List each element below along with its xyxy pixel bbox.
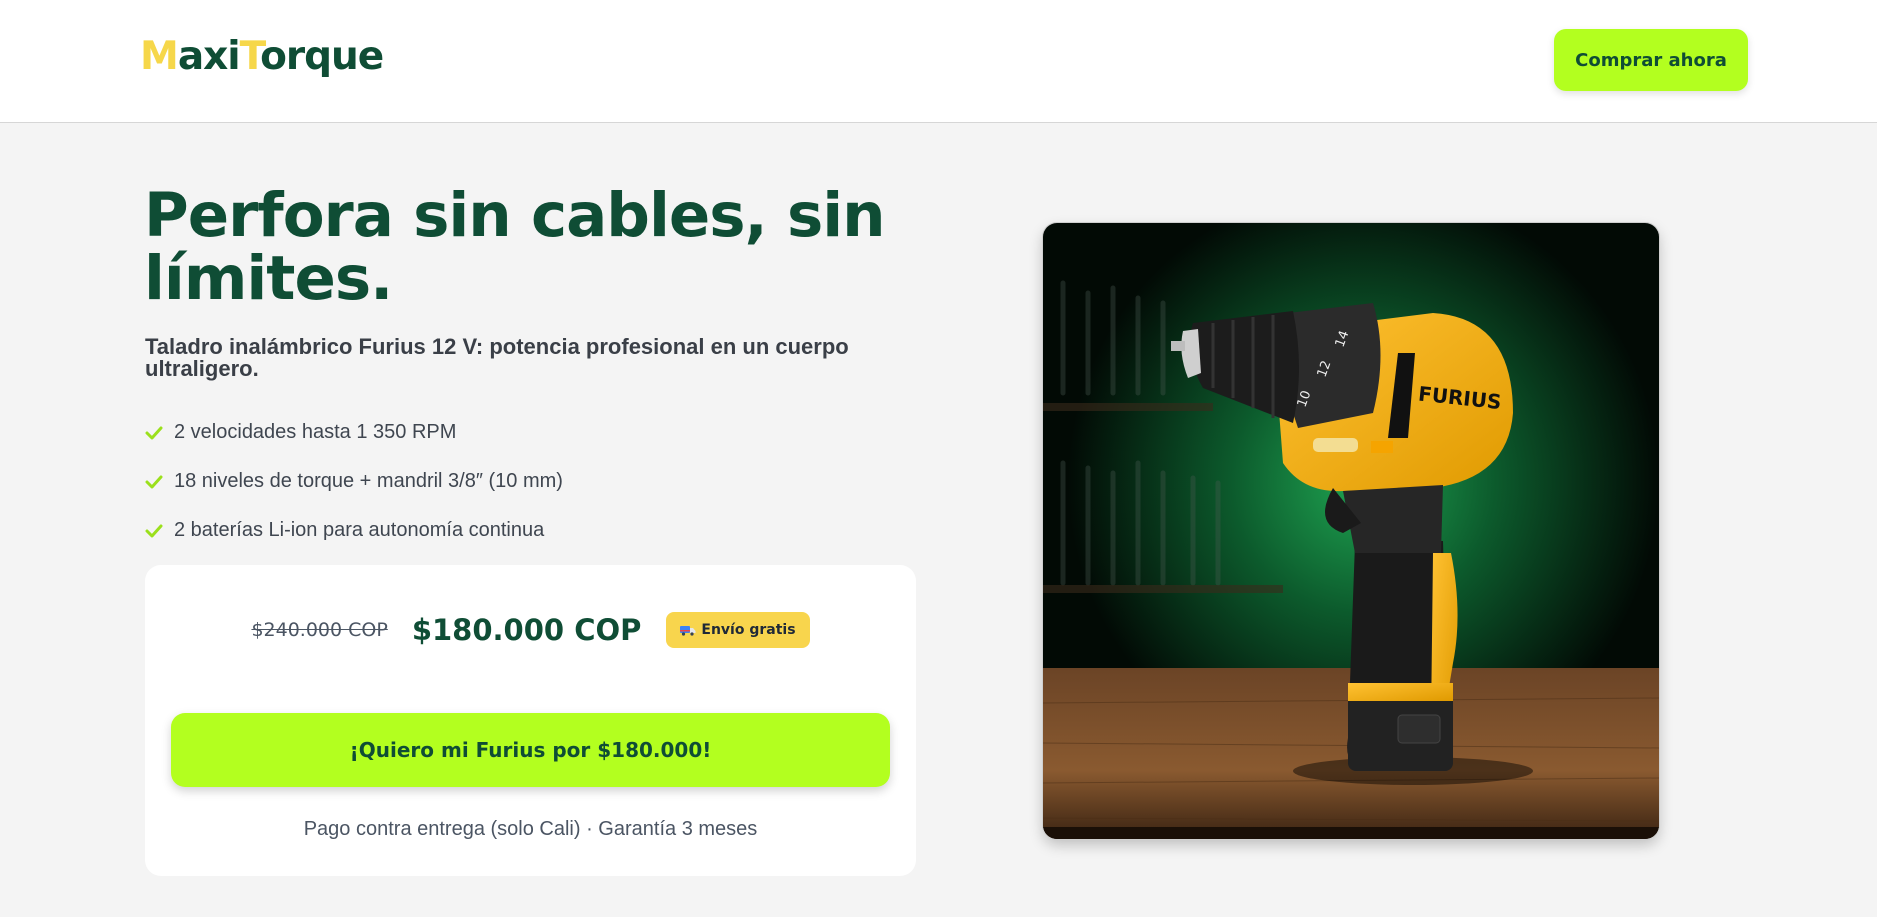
logo-text-orque: orque — [260, 34, 384, 79]
feature-item: 18 niveles de torque + mandril 3/8″ (10 … — [145, 457, 563, 506]
truck-icon — [680, 625, 696, 636]
new-price: $180.000 COP — [411, 613, 642, 647]
feature-text: 2 velocidades hasta 1 350 RPM — [174, 421, 457, 443]
feature-list: 2 velocidades hasta 1 350 RPM 18 niveles… — [145, 408, 563, 555]
feature-item: 2 velocidades hasta 1 350 RPM — [145, 408, 563, 457]
order-furius-button[interactable]: ¡Quiero mi Furius por $180.000! — [171, 713, 890, 787]
feature-text: 18 niveles de torque + mandril 3/8″ (10 … — [174, 470, 563, 492]
price-card: $240.000 COP $180.000 COP Envío gratis ¡… — [145, 565, 916, 876]
payment-note: Pago contra entrega (solo Cali) · Garant… — [303, 818, 758, 840]
product-image: FURIUS 10 12 14 — [1043, 223, 1659, 839]
check-icon — [145, 524, 163, 537]
hero-title: Perfora sin cables, sin límites. — [144, 180, 886, 314]
brand-logo[interactable]: MaxiTorque — [140, 34, 384, 79]
buy-now-button[interactable]: Comprar ahora — [1554, 29, 1748, 91]
feature-text: 2 baterías Li-ion para autonomía continu… — [174, 519, 545, 541]
free-shipping-badge: Envío gratis — [666, 612, 810, 648]
logo-initial-m: M — [140, 34, 179, 79]
site-header: MaxiTorque Comprar ahora — [0, 0, 1877, 123]
furius-drill-illustration: FURIUS 10 12 14 — [1043, 223, 1659, 839]
check-icon — [145, 475, 163, 488]
hero-subtitle: Taladro inalámbrico Furius 12 V: potenci… — [145, 334, 849, 381]
old-price: $240.000 COP — [251, 619, 388, 641]
badge-label: Envío gratis — [701, 622, 796, 638]
logo-text-axi: axi — [177, 34, 241, 79]
logo-initial-t: T — [239, 34, 261, 79]
price-row: $240.000 COP $180.000 COP Envío gratis — [145, 612, 916, 648]
feature-item: 2 baterías Li-ion para autonomía continu… — [145, 506, 563, 555]
check-icon — [145, 426, 163, 439]
